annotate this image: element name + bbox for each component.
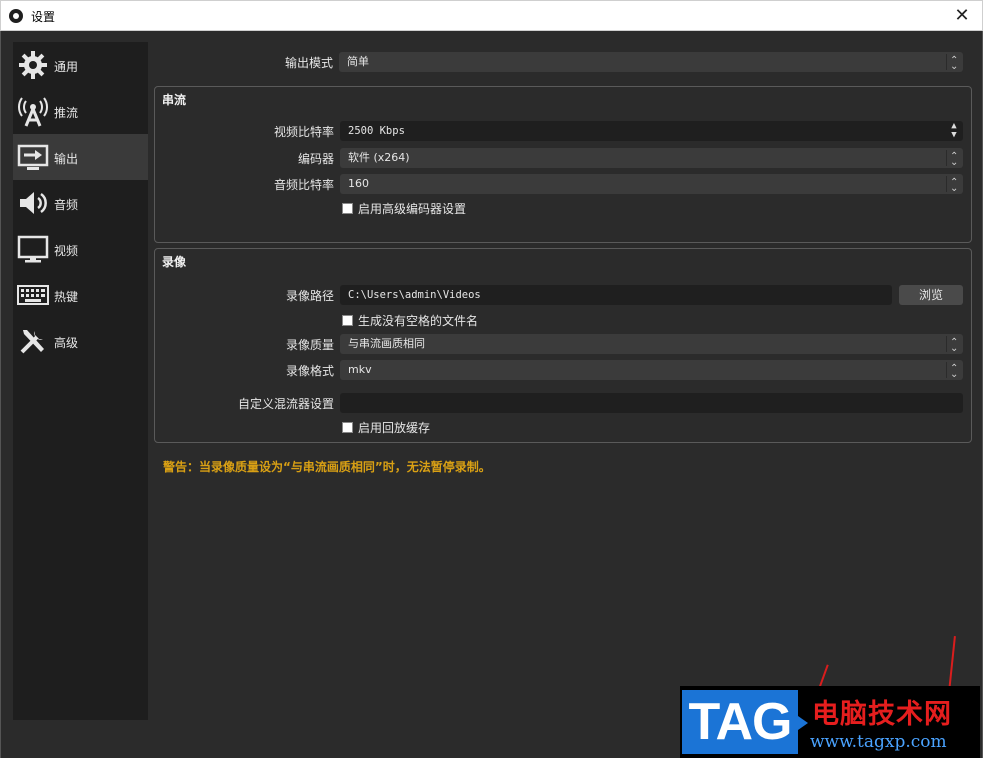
audio-bitrate-select[interactable]: 160 xyxy=(340,173,963,199)
select-arrows-icon xyxy=(946,333,960,359)
audio-bitrate-label: 音频比特率 xyxy=(273,178,334,192)
sidebar-item-label: 推流 xyxy=(54,106,79,120)
recording-path-label: 录像路径 xyxy=(285,289,334,303)
gear-icon xyxy=(19,51,47,79)
settings-sidebar: 通用 推流 输出 音频 视频 热键 高级 xyxy=(13,42,148,720)
audio-bitrate-value: 160 xyxy=(348,177,369,190)
recording-quality-value: 与串流画质相同 xyxy=(348,337,425,350)
video-bitrate-value: 2500 Kbps xyxy=(348,125,405,137)
browse-button[interactable]: 浏览 xyxy=(899,285,963,305)
sidebar-item-general[interactable]: 通用 xyxy=(13,42,148,88)
encoder-select[interactable]: 软件 (x264) xyxy=(340,147,963,173)
site-watermark: TAG 电脑技术网 www.tagxp.com xyxy=(680,686,980,758)
no-space-filename-checkbox[interactable]: 生成没有空格的文件名 xyxy=(342,312,478,329)
output-mode-value: 简单 xyxy=(347,55,369,68)
custom-muxer-input[interactable] xyxy=(340,393,963,413)
sidebar-item-label: 通用 xyxy=(54,60,79,74)
watermark-logo: TAG xyxy=(682,690,808,754)
checkbox-box[interactable] xyxy=(342,315,353,326)
replay-buffer-checkbox[interactable]: 启用回放缓存 xyxy=(342,419,430,436)
recording-quality-label: 录像质量 xyxy=(285,338,334,352)
replay-buffer-label: 启用回放缓存 xyxy=(358,421,431,435)
recording-group-title: 录像 xyxy=(162,255,187,269)
custom-muxer-label: 自定义混流器设置 xyxy=(237,397,334,411)
sidebar-item-label: 输出 xyxy=(54,152,79,166)
output-mode-select[interactable]: 简单 xyxy=(339,51,963,77)
sidebar-item-label: 热键 xyxy=(54,290,79,304)
select-arrows-icon xyxy=(946,147,960,173)
broadcast-antenna-icon xyxy=(18,97,48,127)
sidebar-item-hotkeys[interactable]: 热键 xyxy=(13,272,148,318)
select-arrows-icon xyxy=(946,173,960,199)
spin-buttons[interactable]: ▲ ▼ xyxy=(947,122,961,140)
tools-icon xyxy=(20,330,44,354)
output-mode-label: 输出模式 xyxy=(284,56,333,70)
sidebar-item-label: 视频 xyxy=(54,244,79,258)
recording-path-input[interactable]: C:\Users\admin\Videos xyxy=(340,285,892,305)
advanced-encoder-checkbox[interactable]: 启用高级编码器设置 xyxy=(342,200,466,217)
close-button[interactable]: ✕ xyxy=(942,1,982,30)
encoder-value: 软件 (x264) xyxy=(348,151,410,164)
advanced-encoder-label: 启用高级编码器设置 xyxy=(358,202,467,216)
speaker-icon xyxy=(20,192,47,214)
settings-window: 通用 推流 输出 音频 视频 热键 高级 输出模式 简单 ⌃ ⌄ 串流 视频比特… xyxy=(0,31,983,758)
watermark-url: www.tagxp.com xyxy=(810,732,947,752)
no-space-filename-label: 生成没有空格的文件名 xyxy=(358,314,479,328)
recording-format-label: 录像格式 xyxy=(285,364,334,378)
sidebar-item-audio[interactable]: 音频 xyxy=(13,180,148,226)
streaming-group: 串流 视频比特率 2500 Kbps ▲▼ 编码器 软件 (x264) 音频比特… xyxy=(154,86,972,243)
encoder-label: 编码器 xyxy=(297,152,334,166)
window-title: 设置 xyxy=(31,10,56,24)
video-bitrate-spinbox[interactable]: 2500 Kbps ▲ ▼ xyxy=(340,121,963,141)
title-bar: 设置 ✕ xyxy=(0,0,983,31)
select-arrows-icon xyxy=(946,359,960,385)
recording-group: 录像 录像路径 C:\Users\admin\Videos 浏览 生成没有空格的… xyxy=(154,248,972,443)
recording-quality-select[interactable]: 与串流画质相同 xyxy=(340,333,963,359)
spin-down-icon[interactable]: ▼ xyxy=(947,131,961,140)
sidebar-item-label: 高级 xyxy=(54,336,79,350)
sidebar-item-stream[interactable]: 推流 xyxy=(13,88,148,134)
video-bitrate-label: 视频比特率 xyxy=(273,125,334,139)
checkbox-box[interactable] xyxy=(342,203,353,214)
sidebar-item-video[interactable]: 视频 xyxy=(13,226,148,272)
sidebar-item-advanced[interactable]: 高级 xyxy=(13,318,148,364)
keyboard-icon xyxy=(17,285,49,305)
checkbox-box[interactable] xyxy=(342,422,353,433)
recording-format-select[interactable]: mkv xyxy=(340,359,963,385)
obs-app-icon xyxy=(9,9,23,23)
output-settings-panel: 输出模式 简单 串流 视频比特率 2500 Kbps ▲▼ 编码器 软件 (x2… xyxy=(153,42,973,720)
watermark-site-name: 电脑技术网 xyxy=(812,699,952,730)
output-monitor-icon xyxy=(17,144,49,170)
sidebar-item-label: 音频 xyxy=(54,198,79,212)
monitor-icon xyxy=(17,235,49,263)
sidebar-item-output[interactable]: 输出 xyxy=(13,134,148,180)
streaming-group-title: 串流 xyxy=(162,93,187,107)
recording-format-value: mkv xyxy=(348,363,372,376)
pause-warning-text: 警告：当录像质量设为“与串流画质相同”时，无法暂停录制。 xyxy=(163,460,491,474)
select-arrows-icon xyxy=(946,51,960,77)
